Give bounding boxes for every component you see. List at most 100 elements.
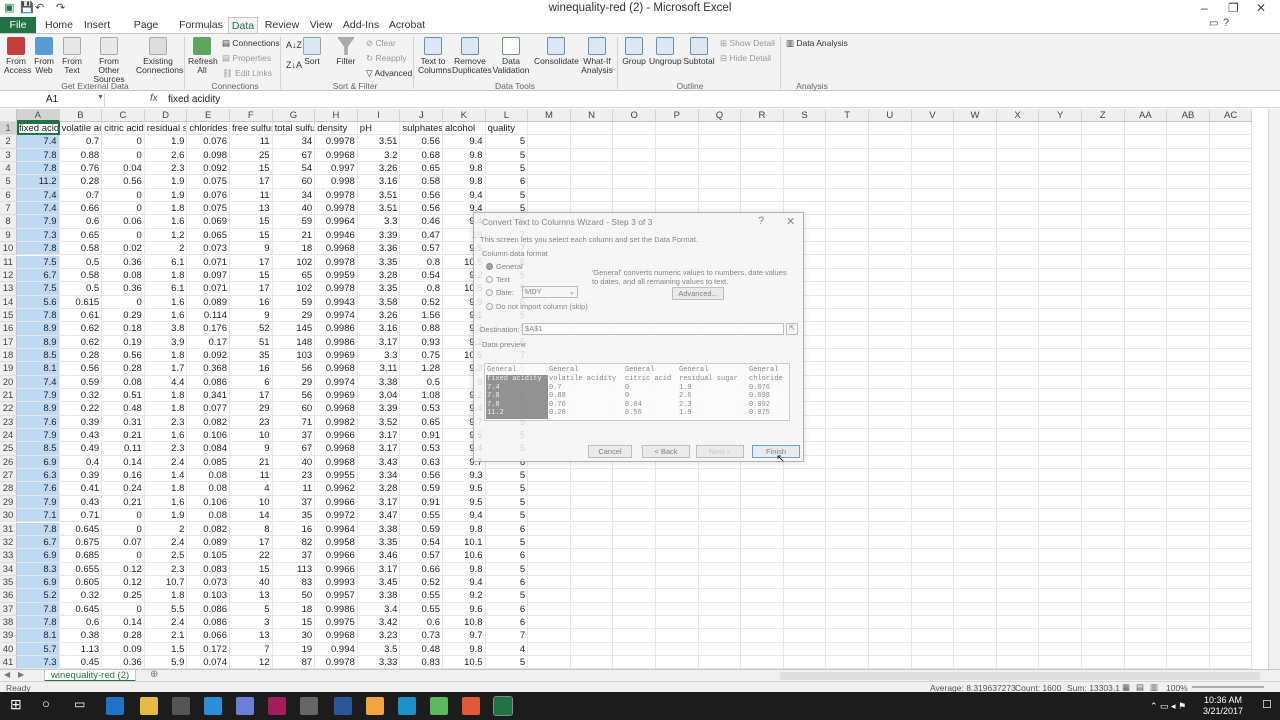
table-cell[interactable] [656, 495, 699, 510]
column-header-n[interactable]: N [570, 109, 614, 122]
table-cell[interactable] [996, 429, 1040, 443]
table-cell[interactable] [1124, 242, 1168, 256]
table-cell[interactable]: 0.074 [187, 656, 230, 669]
table-cell[interactable] [954, 562, 997, 576]
table-cell[interactable] [911, 442, 955, 456]
header-cell[interactable]: citric acid [102, 122, 145, 136]
table-cell[interactable]: 10.1 [443, 535, 486, 550]
table-cell[interactable] [869, 175, 912, 189]
table-cell[interactable] [1082, 629, 1125, 643]
table-cell[interactable]: 3.17 [357, 442, 401, 456]
table-cell[interactable]: 145 [272, 322, 316, 336]
sort-button[interactable]: Sort [300, 37, 324, 66]
tab-insert[interactable]: Insert [80, 17, 114, 33]
column-header-s[interactable]: S [783, 109, 827, 122]
table-cell[interactable] [996, 215, 1040, 229]
table-cell[interactable] [911, 656, 955, 669]
table-cell[interactable]: 0.14 [102, 455, 145, 470]
table-cell[interactable] [826, 202, 869, 216]
table-cell[interactable] [570, 188, 614, 203]
column-header-f[interactable]: F [230, 109, 273, 122]
row-header[interactable]: 37 [0, 602, 17, 616]
table-cell[interactable] [954, 135, 997, 149]
table-cell[interactable]: 1.6 [144, 215, 188, 229]
table-cell[interactable]: 3.16 [357, 322, 401, 336]
table-cell[interactable]: 1.7 [144, 362, 188, 376]
row-header[interactable]: 31 [0, 522, 17, 536]
table-cell[interactable]: 0.997 [315, 162, 358, 176]
table-cell[interactable]: 60 [272, 402, 316, 416]
table-cell[interactable]: 9.8 [443, 148, 486, 163]
table-cell[interactable] [954, 362, 997, 376]
table-cell[interactable] [1039, 282, 1082, 296]
column-header-l[interactable]: L [485, 109, 529, 122]
tab-view[interactable]: View [306, 17, 336, 33]
table-cell[interactable] [1124, 282, 1168, 296]
table-cell[interactable] [996, 415, 1040, 430]
row-header[interactable]: 13 [0, 282, 17, 296]
table-cell[interactable]: 0.089 [187, 535, 230, 550]
table-cell[interactable]: 8.9 [17, 322, 60, 336]
table-cell[interactable]: 11 [230, 469, 273, 483]
table-cell[interactable]: 0.9974 [315, 375, 358, 389]
table-cell[interactable]: 16 [272, 522, 316, 536]
table-cell[interactable]: 21 [272, 228, 316, 243]
header-cell[interactable] [1124, 122, 1168, 136]
table-cell[interactable] [1167, 228, 1210, 243]
header-cell[interactable]: density [315, 122, 358, 136]
table-cell[interactable]: 6.9 [17, 575, 60, 590]
table-cell[interactable]: 8 [230, 522, 273, 536]
table-cell[interactable]: 13 [230, 629, 273, 643]
table-cell[interactable] [570, 615, 614, 630]
table-cell[interactable]: 0.098 [187, 148, 230, 163]
table-cell[interactable] [741, 175, 784, 189]
table-cell[interactable] [1039, 162, 1082, 176]
table-cell[interactable]: 83 [272, 575, 316, 590]
table-cell[interactable] [996, 455, 1040, 470]
table-cell[interactable]: 3.39 [357, 228, 401, 243]
table-cell[interactable]: 0.5 [59, 255, 103, 269]
table-cell[interactable] [911, 509, 955, 523]
close-icon[interactable]: ✕ [786, 215, 795, 228]
table-cell[interactable] [1082, 589, 1125, 603]
table-cell[interactable] [911, 322, 955, 336]
table-cell[interactable] [911, 228, 955, 243]
table-cell[interactable]: 3.4 [357, 602, 401, 616]
table-cell[interactable] [1124, 215, 1168, 229]
table-cell[interactable]: 0.9975 [315, 615, 358, 630]
table-cell[interactable] [656, 629, 699, 643]
table-cell[interactable] [826, 482, 869, 496]
table-cell[interactable] [1209, 148, 1253, 163]
table-cell[interactable] [1209, 295, 1253, 309]
table-cell[interactable] [954, 308, 997, 323]
table-cell[interactable]: 2.4 [144, 615, 188, 630]
table-cell[interactable] [698, 495, 742, 510]
table-cell[interactable] [783, 469, 827, 483]
filter-button[interactable]: Filter [332, 37, 360, 66]
row-header[interactable]: 34 [0, 562, 17, 576]
table-cell[interactable] [1167, 348, 1210, 363]
table-cell[interactable]: 0.56 [400, 135, 443, 149]
table-cell[interactable] [954, 469, 997, 483]
table-cell[interactable] [911, 549, 955, 563]
table-cell[interactable]: 25 [230, 148, 273, 163]
table-cell[interactable] [1082, 522, 1125, 536]
table-cell[interactable] [911, 162, 955, 176]
table-cell[interactable]: 3.45 [357, 575, 401, 590]
table-cell[interactable] [1039, 228, 1082, 243]
table-cell[interactable] [869, 228, 912, 243]
table-cell[interactable]: 3.23 [357, 629, 401, 643]
table-cell[interactable]: 0.43 [59, 495, 103, 510]
table-cell[interactable]: 29 [272, 375, 316, 389]
table-cell[interactable] [996, 469, 1040, 483]
internet-explorer-icon[interactable] [204, 697, 222, 715]
table-cell[interactable]: 0.39 [59, 469, 103, 483]
table-cell[interactable] [954, 415, 997, 430]
table-cell[interactable]: 0.36 [102, 255, 145, 269]
table-cell[interactable] [1124, 522, 1168, 536]
table-cell[interactable] [1039, 268, 1082, 283]
table-cell[interactable] [1209, 322, 1253, 336]
table-cell[interactable] [954, 148, 997, 163]
table-cell[interactable] [528, 602, 571, 616]
table-cell[interactable]: 1.8 [144, 402, 188, 416]
